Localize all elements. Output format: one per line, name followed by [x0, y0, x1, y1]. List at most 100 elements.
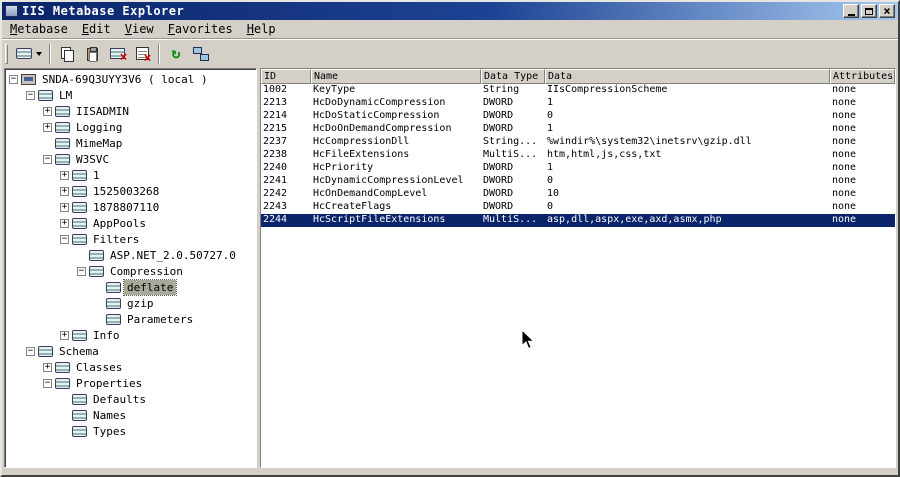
tree-node[interactable]: Compression: [5, 263, 256, 279]
table-row[interactable]: 2240 HcPriority DWORD 1 none: [261, 162, 895, 175]
refresh-icon: [171, 46, 180, 61]
tree-node[interactable]: LM: [5, 87, 256, 103]
tree-node[interactable]: Properties: [5, 375, 256, 391]
maximize-button[interactable]: [861, 4, 877, 18]
cell-name: HcDoOnDemandCompression: [313, 123, 452, 134]
tree-node[interactable]: Info: [5, 327, 256, 343]
menu-item[interactable]: View: [118, 21, 161, 38]
tree-node-label: W3SVC: [76, 152, 110, 166]
column-header[interactable]: ID: [261, 69, 311, 84]
delete-record-button[interactable]: [130, 43, 154, 65]
column-header[interactable]: Attributes: [830, 69, 895, 84]
cell-data-type: DWORD: [483, 201, 514, 212]
table-row[interactable]: 2238 HcFileExtensions MultiS... htm,html…: [261, 149, 895, 162]
close-button[interactable]: ×: [879, 4, 895, 18]
expander-icon[interactable]: [60, 234, 69, 244]
table-row[interactable]: 1002 KeyType String IIsCompressionScheme…: [261, 84, 895, 97]
tree-node-label: LM: [59, 88, 73, 102]
tree-node[interactable]: deflate: [5, 278, 256, 296]
delete-key-button[interactable]: [105, 43, 129, 65]
tree-node[interactable]: gzip: [5, 295, 256, 311]
tree-node[interactable]: Filters: [5, 231, 256, 247]
key-icon: [55, 153, 70, 165]
expander-icon[interactable]: [60, 330, 69, 340]
window-title: IIS Metabase Explorer: [22, 4, 185, 18]
column-header[interactable]: Data Type: [481, 69, 545, 84]
key-icon: [106, 297, 121, 309]
expander-icon[interactable]: [60, 186, 69, 196]
tree-node[interactable]: 1: [5, 167, 256, 183]
menu-item[interactable]: Favorites: [161, 21, 240, 38]
cell-data: 1: [547, 97, 554, 108]
column-header[interactable]: Data: [545, 69, 830, 84]
tree-node[interactable]: 1878807110: [5, 199, 256, 215]
maximize-icon: [865, 7, 873, 15]
menu-item[interactable]: Edit: [75, 21, 118, 38]
paste-button[interactable]: [80, 43, 104, 65]
tree-node[interactable]: Logging: [5, 119, 256, 135]
table-row[interactable]: 2242 HcOnDemandCompLevel DWORD 10 none: [261, 188, 895, 201]
tree-node-label: Parameters: [127, 312, 194, 326]
tree-node[interactable]: Types: [5, 423, 256, 439]
minimize-button[interactable]: [843, 4, 859, 18]
table-row[interactable]: 2243 HcCreateFlags DWORD 0 none: [261, 201, 895, 214]
expander-icon[interactable]: [26, 346, 35, 356]
connect-button[interactable]: [189, 43, 213, 65]
expander-icon[interactable]: [43, 122, 52, 132]
tree-node[interactable]: W3SVC: [5, 151, 256, 167]
cell-data: IIsCompressionScheme: [547, 84, 668, 95]
table-row[interactable]: 2213 HcDoDynamicCompression DWORD 1 none: [261, 97, 895, 110]
tree-node[interactable]: Parameters: [5, 311, 256, 327]
new-key-button[interactable]: [13, 43, 45, 65]
refresh-button[interactable]: [164, 43, 188, 65]
toolbar-grip[interactable]: [5, 43, 8, 64]
tree-node[interactable]: ASP.NET_2.0.50727.0: [5, 247, 256, 263]
close-icon: ×: [883, 4, 891, 18]
table-row[interactable]: 2215 HcDoOnDemandCompression DWORD 1 non…: [261, 123, 895, 136]
menu-item[interactable]: Metabase: [3, 21, 75, 38]
tree-node[interactable]: 1525003268: [5, 183, 256, 199]
expander-icon[interactable]: [43, 106, 52, 116]
cell-attributes: none: [832, 136, 857, 147]
table-row[interactable]: 2241 HcDynamicCompressionLevel DWORD 0 n…: [261, 175, 895, 188]
metabase-tree: SNDA-69Q3UYY3V6 ( local ) LM IISADMIN: [4, 68, 257, 468]
tree-node[interactable]: Classes: [5, 359, 256, 375]
tree-node[interactable]: Defaults: [5, 391, 256, 407]
tree-node-label: Compression: [110, 264, 183, 278]
expander-icon[interactable]: [43, 378, 52, 388]
table-row[interactable]: 2244 HcScriptFileExtensions MultiS... as…: [261, 214, 895, 227]
list-header: ID Name Data Type Data Attributes: [261, 69, 895, 84]
expander-icon[interactable]: [43, 154, 52, 164]
tree-node-label: ASP.NET_2.0.50727.0: [110, 248, 236, 262]
cell-data: 10: [547, 188, 560, 199]
cell-attributes: none: [832, 175, 857, 186]
tree-node[interactable]: MimeMap: [5, 135, 256, 151]
tree-node-label: Info: [93, 328, 120, 342]
expander-icon[interactable]: [60, 170, 69, 180]
menu-item[interactable]: Help: [240, 21, 283, 38]
expander-icon[interactable]: [26, 90, 35, 100]
table-row[interactable]: 2214 HcDoStaticCompression DWORD 0 none: [261, 110, 895, 123]
column-header[interactable]: Name: [311, 69, 481, 84]
tree-node[interactable]: Names: [5, 407, 256, 423]
cell-name: HcDoDynamicCompression: [313, 97, 446, 108]
title-bar[interactable]: IIS Metabase Explorer ×: [2, 2, 898, 20]
expander-icon[interactable]: [60, 202, 69, 212]
tree-node[interactable]: IISADMIN: [5, 103, 256, 119]
tree-node[interactable]: Schema: [5, 343, 256, 359]
cell-data-type: DWORD: [483, 188, 514, 199]
expander-icon[interactable]: [60, 218, 69, 228]
copy-button[interactable]: [55, 43, 79, 65]
expander-icon[interactable]: [43, 362, 52, 372]
tree-node[interactable]: AppPools: [5, 215, 256, 231]
expander-icon[interactable]: [77, 266, 86, 276]
cell-attributes: none: [832, 123, 857, 134]
cell-id: 2214: [263, 110, 288, 121]
connect-icon: [193, 46, 209, 61]
key-icon: [106, 281, 121, 293]
table-row[interactable]: 2237 HcCompressionDll String... %windir%…: [261, 136, 895, 149]
tree-node[interactable]: SNDA-69Q3UYY3V6 ( local ): [5, 71, 256, 87]
expander-icon[interactable]: [9, 74, 18, 84]
key-icon: [72, 185, 87, 197]
toolbar-separator: [49, 43, 51, 64]
